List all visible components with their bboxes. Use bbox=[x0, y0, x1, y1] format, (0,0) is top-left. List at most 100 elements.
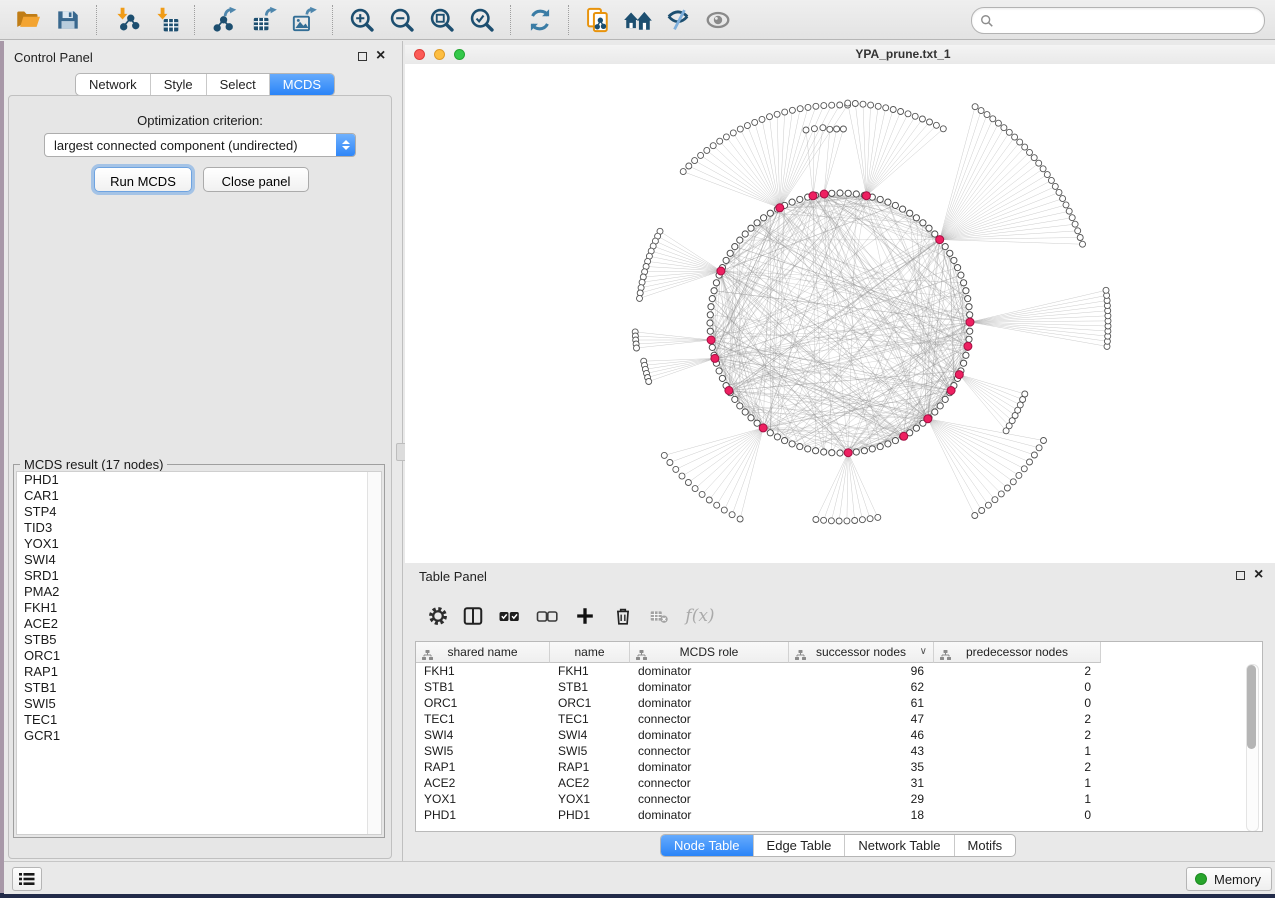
mcds-list-scrollbar[interactable] bbox=[367, 472, 381, 834]
close-panel-button[interactable]: Close panel bbox=[203, 167, 309, 192]
table-scrollbar[interactable] bbox=[1246, 664, 1259, 832]
export-table-icon[interactable] bbox=[249, 5, 279, 35]
mcds-hub-node bbox=[936, 236, 944, 244]
mcds-result-title: MCDS result (17 nodes) bbox=[20, 457, 167, 472]
main-toolbar bbox=[0, 0, 1275, 40]
minimize-window-icon[interactable] bbox=[434, 49, 445, 60]
delete-column-trash-icon[interactable] bbox=[610, 603, 636, 629]
tab-mcds[interactable]: MCDS bbox=[270, 74, 334, 95]
zoom-fit-icon[interactable] bbox=[427, 5, 457, 35]
table-cell: 18 bbox=[789, 807, 934, 823]
export-image-icon[interactable] bbox=[289, 5, 319, 35]
zoom-selected-icon[interactable] bbox=[467, 5, 497, 35]
zoom-out-icon[interactable] bbox=[387, 5, 417, 35]
tab-node-table[interactable]: Node Table bbox=[661, 835, 754, 856]
select-all-rows-icon[interactable] bbox=[496, 603, 522, 629]
column-header-shared-name[interactable]: shared name bbox=[416, 642, 550, 663]
table-cell: dominator bbox=[630, 663, 789, 679]
run-mcds-button[interactable]: Run MCDS bbox=[94, 167, 192, 192]
hide-details-icon[interactable] bbox=[663, 5, 693, 35]
add-column-icon[interactable] bbox=[572, 603, 598, 629]
search-input[interactable] bbox=[994, 11, 1264, 31]
tab-network[interactable]: Network bbox=[76, 74, 151, 95]
table-cell: STB1 bbox=[550, 679, 630, 695]
tab-edge-table[interactable]: Edge Table bbox=[754, 835, 846, 856]
save-icon[interactable] bbox=[53, 5, 83, 35]
table-cell: connector bbox=[630, 775, 789, 791]
table-cell: 0 bbox=[934, 679, 1101, 695]
node-table[interactable]: shared namenameMCDS rolesuccessor nodes∨… bbox=[415, 641, 1263, 832]
table-cell: 35 bbox=[789, 759, 934, 775]
optimization-criterion-select[interactable]: largest connected component (undirected) bbox=[44, 133, 356, 157]
table-cell: dominator bbox=[630, 679, 789, 695]
table-row[interactable]: YOX1YOX1connector291 bbox=[416, 791, 1262, 807]
mcds-hub-node bbox=[955, 371, 963, 379]
table-cell: 0 bbox=[934, 695, 1101, 711]
tab-select[interactable]: Select bbox=[207, 74, 270, 95]
toolbar-separator bbox=[510, 5, 512, 35]
table-row[interactable]: PHD1PHD1dominator180 bbox=[416, 807, 1262, 823]
refresh-icon[interactable] bbox=[525, 5, 555, 35]
table-cell: ORC1 bbox=[416, 695, 550, 711]
first-neighbors-icon[interactable] bbox=[583, 5, 613, 35]
table-row[interactable]: SWI4SWI4dominator462 bbox=[416, 727, 1262, 743]
table-row[interactable]: SWI5SWI5connector431 bbox=[416, 743, 1262, 759]
network-view[interactable] bbox=[405, 64, 1275, 563]
houses-icon[interactable] bbox=[623, 5, 653, 35]
mcds-result-item: CAR1 bbox=[17, 488, 381, 504]
table-cell: ACE2 bbox=[550, 775, 630, 791]
table-body: FKH1FKH1dominator962STB1STB1dominator620… bbox=[416, 663, 1262, 831]
close-panel-icon[interactable]: × bbox=[1254, 570, 1263, 580]
close-panel-icon[interactable]: × bbox=[376, 51, 385, 61]
table-panel-tabs: Node TableEdge TableNetwork TableMotifs bbox=[660, 834, 1016, 857]
column-header-successor-nodes[interactable]: successor nodes∨ bbox=[789, 642, 934, 663]
open-folder-icon[interactable] bbox=[13, 5, 43, 35]
table-cell: connector bbox=[630, 743, 789, 759]
maximize-window-icon[interactable] bbox=[454, 49, 465, 60]
float-panel-icon[interactable] bbox=[1236, 571, 1245, 580]
eye-icon[interactable] bbox=[703, 5, 733, 35]
tab-motifs[interactable]: Motifs bbox=[955, 835, 1016, 856]
column-header-name[interactable]: name bbox=[550, 642, 630, 663]
import-table-icon[interactable] bbox=[151, 5, 181, 35]
table-cell: 29 bbox=[789, 791, 934, 807]
float-panel-icon[interactable] bbox=[358, 52, 367, 61]
column-header-mcds-role[interactable]: MCDS role bbox=[630, 642, 789, 663]
memory-button[interactable]: Memory bbox=[1186, 867, 1272, 891]
deselect-all-rows-icon[interactable] bbox=[534, 603, 560, 629]
table-row[interactable]: ORC1ORC1dominator610 bbox=[416, 695, 1262, 711]
close-window-icon[interactable] bbox=[414, 49, 425, 60]
show-columns-icon[interactable] bbox=[460, 603, 486, 629]
search-field[interactable] bbox=[971, 7, 1265, 34]
mcds-hub-node bbox=[820, 190, 828, 198]
network-window-titlebar[interactable]: YPA_prune.txt_1 bbox=[405, 45, 1275, 65]
desktop-wallpaper-left bbox=[0, 41, 4, 898]
export-network-icon[interactable] bbox=[209, 5, 239, 35]
tab-network-table[interactable]: Network Table bbox=[845, 835, 954, 856]
table-cell: ACE2 bbox=[416, 775, 550, 791]
table-row[interactable]: ACE2ACE2connector311 bbox=[416, 775, 1262, 791]
table-cell: SWI4 bbox=[550, 727, 630, 743]
function-builder-icon[interactable]: f(x) bbox=[682, 603, 718, 629]
table-row[interactable]: RAP1RAP1dominator352 bbox=[416, 759, 1262, 775]
table-row[interactable]: FKH1FKH1dominator962 bbox=[416, 663, 1262, 679]
table-cell: 96 bbox=[789, 663, 934, 679]
task-history-button[interactable] bbox=[12, 867, 42, 891]
tab-style[interactable]: Style bbox=[151, 74, 207, 95]
delete-table-icon[interactable] bbox=[646, 603, 672, 629]
table-cell: 2 bbox=[934, 727, 1101, 743]
table-settings-gear-icon[interactable] bbox=[425, 603, 451, 629]
table-row[interactable]: TEC1TEC1connector472 bbox=[416, 711, 1262, 727]
table-panel-window-controls: × bbox=[1236, 570, 1263, 580]
table-scrollbar-thumb[interactable] bbox=[1247, 665, 1256, 749]
mcds-hub-node bbox=[759, 424, 767, 432]
import-network-icon[interactable] bbox=[111, 5, 141, 35]
zoom-in-icon[interactable] bbox=[347, 5, 377, 35]
table-row[interactable]: STB1STB1dominator620 bbox=[416, 679, 1262, 695]
table-header-row: shared namenameMCDS rolesuccessor nodes∨… bbox=[416, 642, 1101, 663]
mcds-result-list[interactable]: PHD1CAR1STP4TID3YOX1SWI4SRD1PMA2FKH1ACE2… bbox=[16, 471, 382, 835]
mcds-result-item: TID3 bbox=[17, 520, 381, 536]
table-cell: 43 bbox=[789, 743, 934, 759]
column-header-predecessor-nodes[interactable]: predecessor nodes bbox=[934, 642, 1101, 663]
table-cell: RAP1 bbox=[416, 759, 550, 775]
